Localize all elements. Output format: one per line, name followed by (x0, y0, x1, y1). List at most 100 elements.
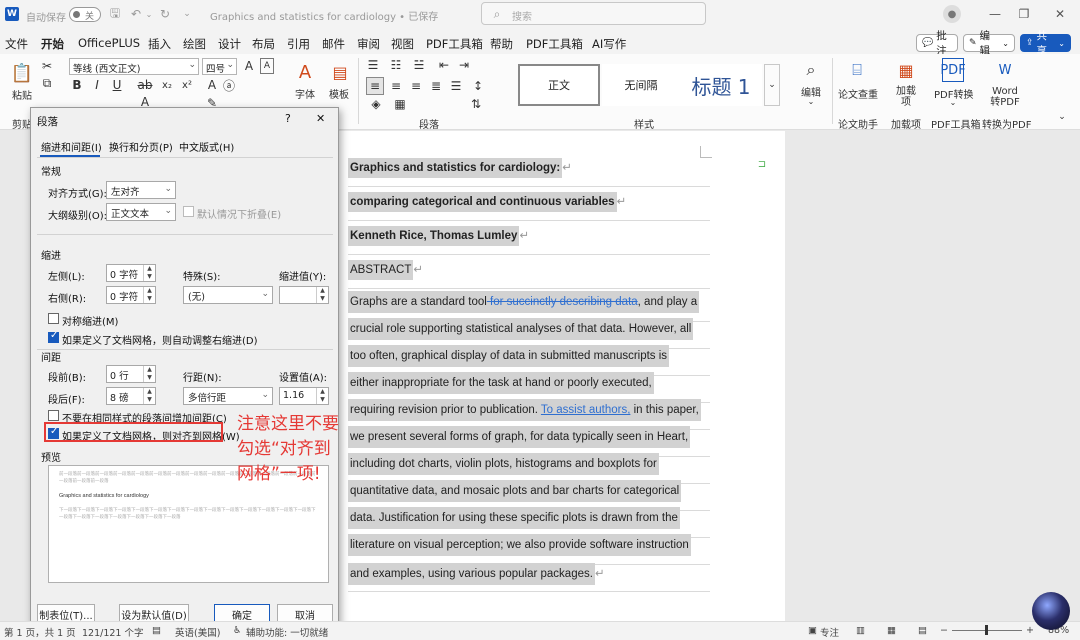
spacing-before-spinner[interactable]: 0 行 ▲ ▼ (106, 365, 156, 383)
clear-format-icon[interactable]: A (205, 78, 219, 92)
doc-authors[interactable]: Kenneth Rice, Thomas Lumley ↵ (348, 226, 529, 246)
read-mode-icon[interactable]: ▥ (856, 625, 865, 636)
tab-ai-writing[interactable]: AI写作 (592, 36, 626, 52)
comments-button[interactable]: 💬 批注 (916, 30, 958, 57)
tab-pdf-toolbox-1[interactable]: PDF工具箱 (426, 36, 483, 52)
tab-draw[interactable]: 绘图 (183, 36, 206, 52)
account-avatar-icon[interactable]: ● (943, 5, 961, 23)
abstract-line[interactable]: including dot charts, violin plots, hist… (348, 453, 659, 475)
restore-icon[interactable]: ❐ (1016, 6, 1032, 22)
tab-review[interactable]: 审阅 (357, 36, 380, 52)
strikethrough-icon[interactable]: ab (138, 78, 153, 92)
underline-icon[interactable]: U (110, 78, 124, 92)
assistant-orb-icon[interactable] (1032, 592, 1070, 630)
tab-insert[interactable]: 插入 (148, 36, 171, 52)
line-spacing-at-spinner[interactable]: 1.16 ▲ ▼ (279, 387, 329, 405)
focus-icon[interactable]: ▣ (808, 625, 817, 636)
line-spacing-select[interactable]: 多倍行距 ⌄ (183, 387, 273, 405)
tab-design[interactable]: 设计 (218, 36, 241, 52)
italic-icon[interactable]: I (90, 78, 104, 92)
styles-gallery-more-icon[interactable]: ⌄ (764, 64, 780, 106)
special-indent-select[interactable]: (无) ⌄ (183, 286, 273, 304)
search-box[interactable]: ⌕ 搜索 (481, 2, 706, 25)
editing-chevron-icon[interactable]: ⌄ (806, 96, 816, 106)
addins-label[interactable]: 加载项 (894, 86, 918, 108)
sort-icon[interactable]: ⇅ (468, 96, 484, 112)
abstract-line[interactable]: and examples, using various popular pack… (348, 563, 605, 585)
window-close-icon[interactable]: ✕ (1052, 6, 1068, 22)
alignment-select[interactable]: 左对齐 ⌄ (106, 181, 176, 199)
borders-icon[interactable]: ▦ (392, 96, 408, 112)
page-count[interactable]: 第 1 页，共 1 页 (4, 625, 76, 639)
editing-mode-button[interactable]: ✎ 编辑 ⌄ (963, 30, 1015, 57)
web-layout-icon[interactable]: ▤ (918, 625, 927, 636)
accessibility-status[interactable]: 辅助功能: 一切就绪 (246, 625, 328, 639)
abstract-line[interactable]: Graphs are a standard tool for succinctl… (348, 291, 700, 313)
word-to-pdf-label[interactable]: Word转PDF (990, 86, 1020, 108)
font-size-select[interactable]: 四号 ⌄ (202, 58, 237, 75)
document-title[interactable]: Graphics and statistics for cardiology •… (210, 8, 438, 23)
save-icon[interactable]: 🖫 (107, 6, 123, 22)
collapse-default-checkbox[interactable] (183, 206, 194, 217)
abstract-line[interactable]: crucial role supporting statistical anal… (348, 318, 694, 340)
abstract-line[interactable]: either inappropriate for the task at han… (348, 372, 654, 394)
spacing-after-spinner[interactable]: 8 磅 ▲ ▼ (106, 387, 156, 405)
numbering-icon[interactable]: ☷ (388, 57, 404, 73)
style-heading-1[interactable]: 标题 1 (680, 64, 762, 106)
plagiarism-check-label[interactable]: 论文查重 (838, 86, 878, 101)
style-normal[interactable]: 正文 (518, 64, 600, 106)
decrease-indent-icon[interactable]: ⇤ (436, 57, 452, 73)
tab-references[interactable]: 引用 (287, 36, 310, 52)
abstract-line[interactable]: data. Justification for using these spec… (348, 507, 680, 529)
doc-title-line-2[interactable]: comparing categorical and continuous var… (348, 192, 626, 212)
indent-by-spinner[interactable]: ▲ ▼ (279, 286, 329, 304)
accessibility-icon[interactable]: ♿ (233, 625, 242, 636)
tab-view[interactable]: 视图 (391, 36, 414, 52)
share-button[interactable]: ⇪ 共享 ⌄ (1020, 30, 1071, 57)
copy-icon[interactable]: ⧉ (40, 76, 54, 90)
tab-home[interactable]: 开始 (41, 36, 64, 56)
abstract-line[interactable]: we present several forms of graph, for d… (348, 426, 691, 448)
line-spacing-icon[interactable]: ↕ (470, 78, 486, 94)
align-center-icon[interactable]: ≡ (388, 78, 404, 94)
abstract-line[interactable]: requiring revision prior to publication.… (348, 399, 701, 421)
left-indent-spinner[interactable]: 0 字符 ▲ ▼ (106, 264, 156, 282)
autosave-toggle[interactable]: 关 (69, 7, 101, 22)
grow-font-icon[interactable]: A (241, 58, 257, 74)
customize-qat-icon[interactable]: ⌄ (180, 6, 194, 22)
font-panel-label[interactable]: 字体 (295, 86, 315, 101)
zoom-in-icon[interactable]: + (1026, 625, 1034, 636)
doc-abstract-heading[interactable]: ABSTRACT ↵ (348, 260, 423, 280)
doc-title-line-1[interactable]: Graphics and statistics for cardiology: ↵ (348, 158, 572, 178)
language[interactable]: 英语(美国) (175, 625, 220, 639)
proofing-icon[interactable]: ▤ (152, 625, 161, 636)
dialog-close-icon[interactable]: ✕ (316, 112, 325, 125)
bullets-icon[interactable]: ☰ (365, 57, 381, 73)
tab-help[interactable]: 帮助 (490, 36, 513, 52)
undo-icon[interactable]: ↶ (128, 6, 144, 22)
tab-line-page-breaks[interactable]: 换行和分页(P) (109, 139, 173, 154)
right-indent-spinner[interactable]: 0 字符 ▲ ▼ (106, 286, 156, 304)
template-label[interactable]: 模板 (329, 86, 349, 101)
align-right-icon[interactable]: ≡ (408, 78, 424, 94)
tab-indents-spacing[interactable]: 缩进和间距(I) (41, 139, 102, 154)
pdf-convert-icon[interactable]: PDF (940, 58, 966, 82)
zoom-slider-thumb[interactable] (985, 625, 988, 635)
word-to-pdf-icon[interactable]: W (994, 58, 1016, 82)
print-layout-icon[interactable]: ▦ (887, 625, 896, 636)
minimize-icon[interactable]: — (987, 6, 1003, 22)
auto-adjust-right-indent-checkbox[interactable] (48, 330, 59, 343)
abstract-line[interactable]: quantitative data, and mosaic plots and … (348, 480, 682, 502)
tab-mailings[interactable]: 邮件 (322, 36, 345, 52)
text-effects-icon[interactable]: ⓐ (222, 78, 236, 93)
word-count[interactable]: 121/121 个字 (82, 625, 144, 639)
template-icon[interactable]: ▤ (328, 60, 352, 84)
tab-officeplus[interactable]: OfficePLUS (78, 36, 140, 50)
comment-marker-icon[interactable]: ⊐ (755, 158, 769, 170)
focus-mode[interactable]: 专注 (820, 625, 839, 639)
font-name-select[interactable]: 等线 (西文正文) ⌄ (69, 58, 199, 75)
bold-icon[interactable]: B (70, 78, 84, 92)
shading-icon[interactable]: ◈ (368, 96, 384, 112)
collapse-ribbon-icon[interactable]: ⌄ (1055, 110, 1069, 124)
tab-layout[interactable]: 布局 (252, 36, 275, 52)
